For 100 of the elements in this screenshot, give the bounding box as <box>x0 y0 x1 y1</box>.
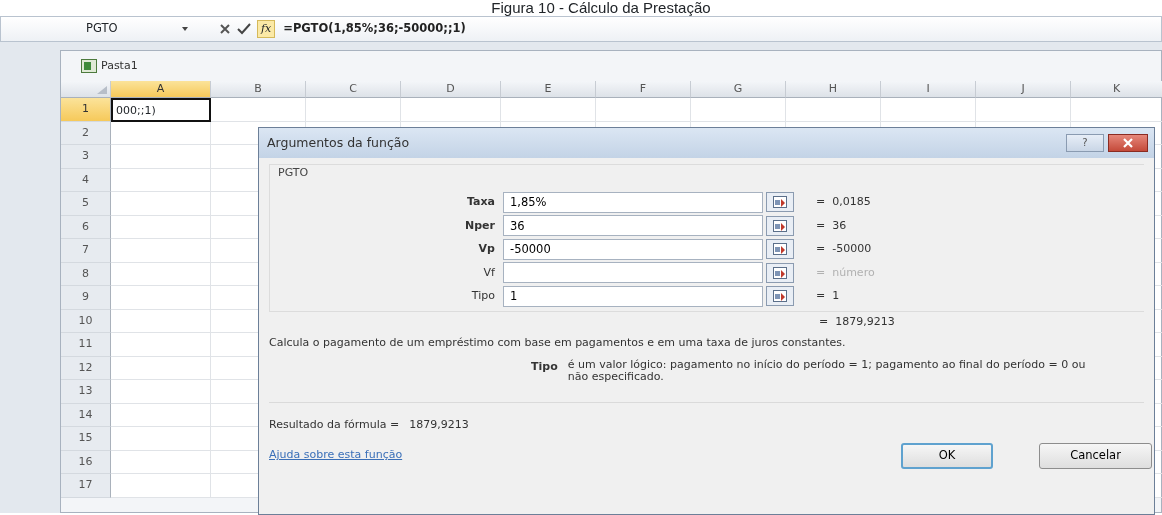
row-header[interactable]: 17 <box>61 474 111 498</box>
active-cell[interactable]: 000;;1) <box>111 98 211 122</box>
formula-text: =PGTO(1,85%;36;-50000;;1) <box>283 20 466 38</box>
argument-label: Vf <box>482 264 496 281</box>
spreadsheet-cell[interactable] <box>786 98 881 122</box>
spreadsheet-cell[interactable] <box>401 98 501 122</box>
spreadsheet-cell[interactable] <box>111 192 211 216</box>
close-button[interactable] <box>1108 134 1148 152</box>
argument-field[interactable] <box>503 262 763 284</box>
spreadsheet-cell[interactable] <box>111 450 211 474</box>
argument-result: = 0,0185 <box>816 194 871 210</box>
spreadsheet-cell[interactable] <box>111 239 211 263</box>
argument-field[interactable]: 1 <box>503 285 763 307</box>
cancel-button[interactable]: Cancelar <box>1039 442 1152 469</box>
result-label: Resultado da fórmula = <box>269 417 400 434</box>
row-header[interactable]: 2 <box>61 121 111 145</box>
column-header[interactable]: A <box>111 81 211 98</box>
column-header[interactable]: J <box>976 81 1071 98</box>
argument-result: = 1 <box>816 288 840 304</box>
dialog-title: Argumentos da função <box>267 133 411 152</box>
cancel-icon <box>219 23 231 35</box>
help-button[interactable]: ? <box>1066 134 1104 152</box>
function-description: Calcula o pagamento de um empréstimo com base em pagamentos e em uma taxa de juros constantes. <box>268 334 847 351</box>
workbook-title: Pasta1 <box>101 57 138 74</box>
row-header[interactable]: 11 <box>61 333 111 357</box>
range-icon <box>773 219 787 232</box>
argument-name: Tipo <box>531 359 558 375</box>
argument-label: Vp <box>477 241 496 257</box>
range-select-button[interactable] <box>766 215 794 236</box>
close-icon <box>1123 138 1133 148</box>
result-value: 1879,9213 <box>409 417 469 434</box>
column-header[interactable]: G <box>691 81 786 98</box>
column-header[interactable]: K <box>1071 81 1162 98</box>
row-header[interactable]: 15 <box>61 427 111 451</box>
range-select-button[interactable] <box>766 192 794 213</box>
row-header[interactable]: 14 <box>61 403 111 427</box>
spreadsheet-cell[interactable] <box>111 380 211 404</box>
insert-function-button[interactable]: fx <box>257 19 276 39</box>
argument-field[interactable]: -50000 <box>503 238 763 260</box>
spreadsheet-cell[interactable] <box>111 145 211 169</box>
spreadsheet-cell[interactable] <box>111 356 211 380</box>
row-header[interactable]: 6 <box>61 215 111 239</box>
spreadsheet-cell[interactable] <box>881 98 976 122</box>
dropdown-arrow-icon <box>181 26 189 32</box>
spreadsheet-cell[interactable] <box>501 98 596 122</box>
spreadsheet-cell[interactable] <box>111 168 211 192</box>
row-header[interactable]: 12 <box>61 356 111 380</box>
row-header[interactable]: 1 <box>61 98 111 122</box>
spreadsheet-cell[interactable] <box>111 403 211 427</box>
row-header[interactable]: 7 <box>61 239 111 263</box>
range-select-button[interactable] <box>766 286 794 307</box>
row-header[interactable]: 9 <box>61 286 111 310</box>
range-icon <box>773 266 787 279</box>
range-select-button[interactable] <box>766 262 794 283</box>
spreadsheet-cell[interactable] <box>211 98 306 122</box>
column-header[interactable]: B <box>211 81 306 98</box>
select-all-corner[interactable] <box>61 81 111 98</box>
range-icon <box>773 290 787 303</box>
argument-label: Taxa <box>465 194 496 210</box>
argument-label: Nper <box>464 217 496 234</box>
formula-result: = 1879,9213 <box>819 314 895 330</box>
range-icon <box>773 196 787 209</box>
spreadsheet-cell[interactable] <box>111 309 211 333</box>
row-header[interactable]: 13 <box>61 380 111 404</box>
column-header[interactable]: H <box>786 81 881 98</box>
spreadsheet-cell[interactable] <box>111 215 211 239</box>
ok-button[interactable]: OK <box>901 442 993 469</box>
spreadsheet-cell[interactable] <box>306 98 401 122</box>
argument-description: é um valor lógico: pagamento no início do período = 1; pagamento ao final do período = 0 ou não especificado. <box>567 359 1087 383</box>
check-icon <box>237 23 251 35</box>
column-header[interactable]: I <box>881 81 976 98</box>
spreadsheet-cell[interactable] <box>111 262 211 286</box>
spreadsheet-cell[interactable] <box>596 98 691 122</box>
row-header[interactable]: 16 <box>61 450 111 474</box>
row-header[interactable]: 3 <box>61 145 111 169</box>
range-select-button[interactable] <box>766 239 794 260</box>
spreadsheet-cell[interactable] <box>691 98 786 122</box>
argument-label: Tipo <box>470 288 496 304</box>
help-link[interactable]: Ajuda sobre esta função <box>269 447 901 464</box>
column-header[interactable]: D <box>401 81 501 98</box>
range-icon <box>773 243 787 256</box>
row-header[interactable]: 8 <box>61 262 111 286</box>
column-header[interactable]: E <box>501 81 596 98</box>
spreadsheet-icon <box>81 59 97 73</box>
spreadsheet-cell[interactable] <box>111 286 211 310</box>
argument-result: = número <box>816 264 875 281</box>
row-header[interactable]: 5 <box>61 192 111 216</box>
row-header[interactable]: 4 <box>61 168 111 192</box>
argument-result: = -50000 <box>816 241 872 257</box>
spreadsheet-cell[interactable] <box>111 333 211 357</box>
row-header[interactable]: 10 <box>61 309 111 333</box>
column-header[interactable]: F <box>596 81 691 98</box>
column-header[interactable]: C <box>306 81 401 98</box>
argument-field[interactable]: 36 <box>503 215 763 237</box>
argument-field[interactable]: 1,85% <box>503 191 763 213</box>
name-box[interactable]: PGTO <box>86 21 118 36</box>
spreadsheet-cell[interactable] <box>111 427 211 451</box>
spreadsheet-cell[interactable] <box>111 474 211 498</box>
spreadsheet-cell[interactable] <box>976 98 1071 122</box>
spreadsheet-cell[interactable] <box>111 121 211 145</box>
